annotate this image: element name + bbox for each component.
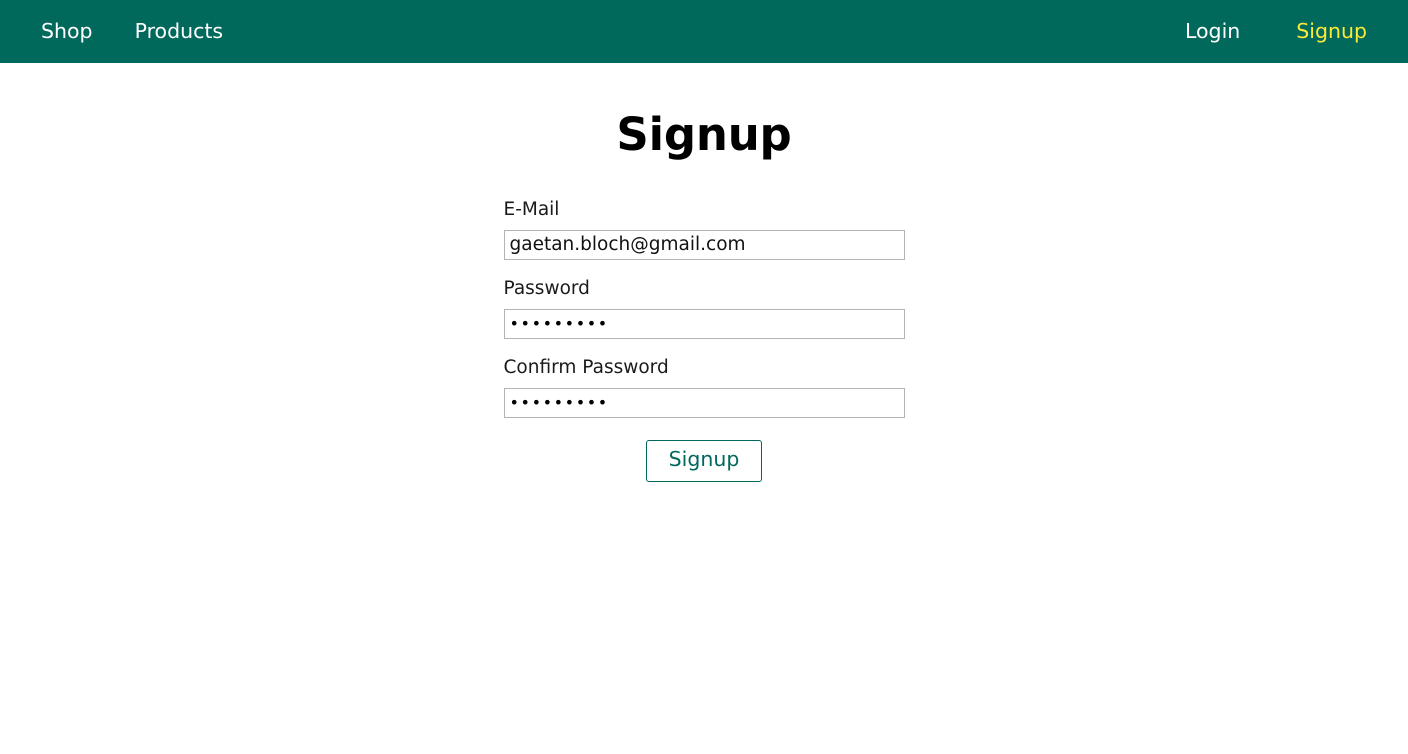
signup-submit-button[interactable]: Signup <box>645 440 763 482</box>
password-input[interactable] <box>503 309 905 340</box>
nav-item-signup[interactable]: Signup <box>1296 20 1367 43</box>
form-control-password: Password <box>503 277 905 340</box>
nav-item-login[interactable]: Login <box>1185 20 1240 43</box>
nav-link-shop[interactable]: Shop <box>41 20 93 43</box>
confirm-password-input[interactable] <box>503 388 905 419</box>
page-main: Signup E-Mail Password Confirm Password … <box>0 63 1408 482</box>
nav-list-left: Shop Products <box>41 20 223 43</box>
main-header: Shop Products Login Signup <box>0 0 1408 63</box>
label-password: Password <box>503 277 590 299</box>
label-email: E-Mail <box>503 198 560 220</box>
form-actions: Signup <box>504 440 905 482</box>
email-input[interactable] <box>503 229 905 260</box>
nav-link-signup[interactable]: Signup <box>1296 20 1367 43</box>
form-control-confirm-password: Confirm Password <box>503 357 905 419</box>
primary-navigation-left: Shop Products <box>41 20 223 43</box>
primary-navigation-right: Login Signup <box>1185 20 1367 43</box>
nav-list-right: Login Signup <box>1185 20 1367 43</box>
nav-link-login[interactable]: Login <box>1185 20 1240 43</box>
nav-item-shop[interactable]: Shop <box>41 20 93 43</box>
signup-form: E-Mail Password Confirm Password Signup <box>503 161 905 482</box>
form-control-email: E-Mail <box>503 198 905 260</box>
label-confirm-password: Confirm Password <box>503 357 669 379</box>
nav-link-products[interactable]: Products <box>135 20 224 43</box>
nav-item-products[interactable]: Products <box>135 20 224 43</box>
page-title: Signup <box>616 108 792 161</box>
